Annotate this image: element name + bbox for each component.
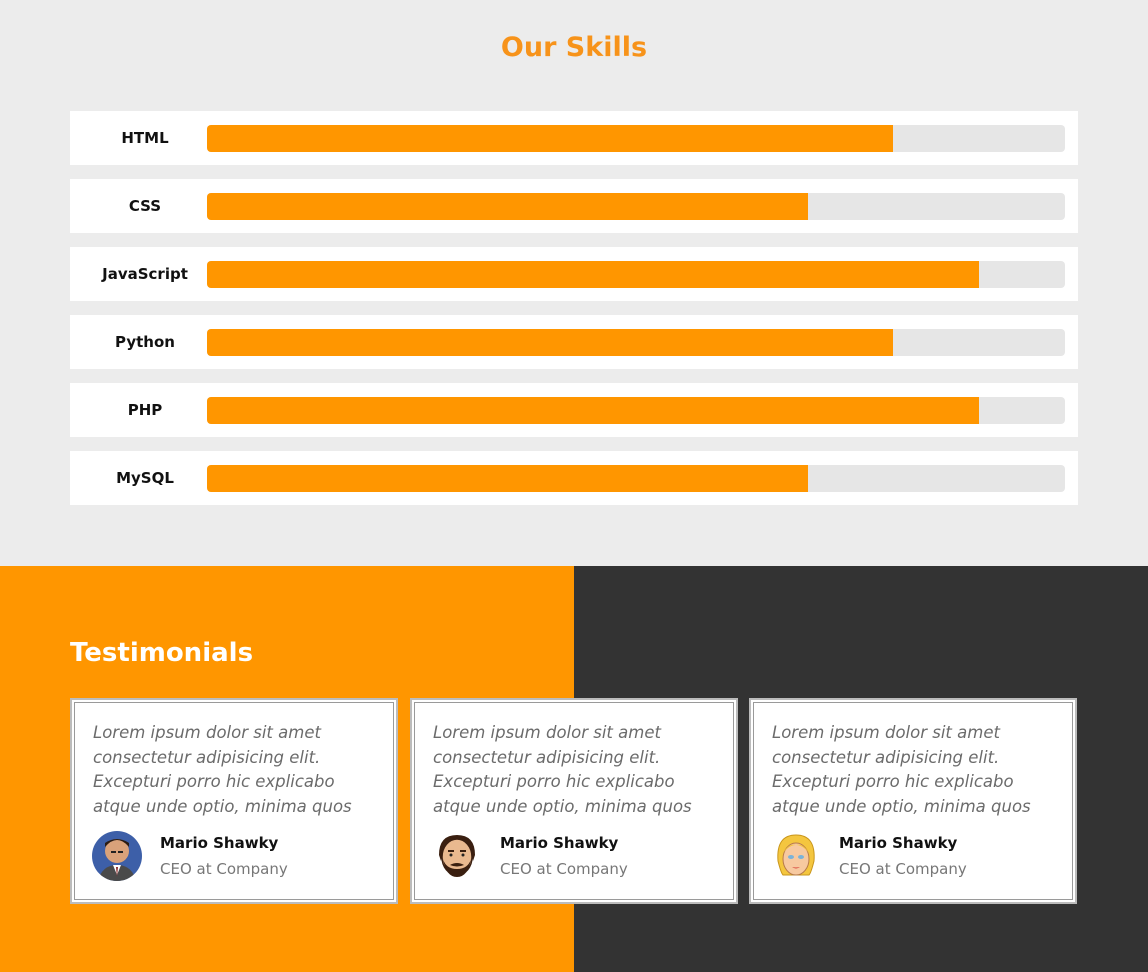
- skill-progress-track: [207, 465, 1065, 492]
- skill-progress-fill: [207, 397, 980, 424]
- skill-name: PHP: [127, 401, 163, 419]
- skill-progress-track: [207, 329, 1065, 356]
- skill-progress-track: [207, 125, 1065, 152]
- skill-progress-track: [207, 261, 1065, 288]
- skill-progress-fill: [207, 261, 980, 288]
- skill-progress-fill: [207, 193, 808, 220]
- skill-progress-fill: [207, 125, 894, 152]
- skill-name: MySQL: [116, 469, 174, 487]
- testimonial-quote: Lorem ipsum dolor sit amet consectetur a…: [93, 723, 352, 816]
- skill-name: JavaScript: [102, 265, 188, 283]
- testimonials-title: Testimonials: [70, 638, 254, 668]
- testimonial-card: Lorem ipsum dolor sit amet consectetur a…: [70, 698, 398, 904]
- skill-row-html: HTML: [70, 111, 1078, 165]
- skill-name: Python: [115, 333, 175, 351]
- skill-name: CSS: [128, 197, 162, 215]
- bearded-man-avatar: [432, 831, 482, 881]
- skill-name: HTML: [121, 129, 169, 147]
- skill-progress-track: [207, 193, 1065, 220]
- skill-row-javascript: JavaScript: [70, 247, 1078, 301]
- skill-row-mysql: MySQL: [70, 451, 1078, 505]
- skills-title: Our Skills: [500, 32, 648, 63]
- man-photo-avatar: [92, 831, 142, 881]
- skill-progress-fill: [207, 329, 894, 356]
- testimonial-quote: Lorem ipsum dolor sit amet consectetur a…: [433, 723, 692, 816]
- skill-row-python: Python: [70, 315, 1078, 369]
- skills-section: Our Skills HTML CSS JavaScript Python PH…: [0, 0, 1148, 566]
- testimonial-author-name: Mario Shawky: [839, 834, 958, 852]
- skill-row-css: CSS: [70, 179, 1078, 233]
- testimonials-section: Testimonials Lorem ipsum dolor sit amet …: [0, 566, 1148, 972]
- blonde-woman-avatar: [771, 831, 821, 881]
- skill-progress-track: [207, 397, 1065, 424]
- testimonial-author-name: Mario Shawky: [500, 834, 619, 852]
- testimonial-author-name: Mario Shawky: [160, 834, 279, 852]
- testimonial-author-role: CEO at Company: [839, 860, 967, 878]
- testimonial-card: Lorem ipsum dolor sit amet consectetur a…: [749, 698, 1077, 904]
- skill-row-php: PHP: [70, 383, 1078, 437]
- testimonial-author-role: CEO at Company: [500, 860, 628, 878]
- testimonial-quote: Lorem ipsum dolor sit amet consectetur a…: [772, 723, 1031, 816]
- testimonial-author-role: CEO at Company: [160, 860, 288, 878]
- skill-progress-fill: [207, 465, 808, 492]
- testimonial-card: Lorem ipsum dolor sit amet consectetur a…: [410, 698, 738, 904]
